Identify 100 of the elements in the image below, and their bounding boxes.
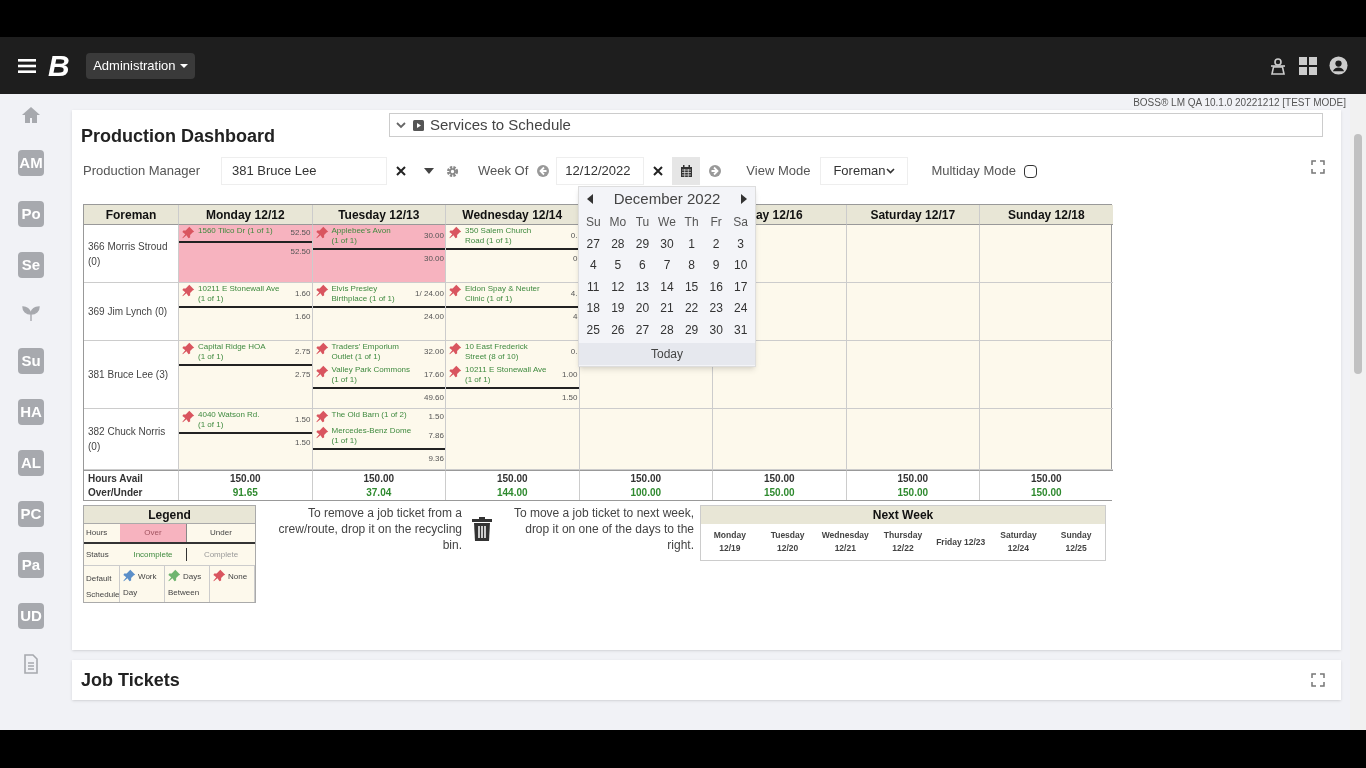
ticket-hours: 2.75	[293, 346, 311, 358]
ticket-label: 350 Salem Church Road (1 of 1)	[465, 226, 533, 246]
calendar-day[interactable]: 7	[654, 254, 680, 276]
calendar-day[interactable]: 3	[728, 233, 753, 255]
weekday-label: Su	[584, 214, 602, 231]
calendar-day[interactable]: 9	[703, 254, 729, 276]
job-ticket[interactable]: 10211 E Stonewall Ave (1 of 1) 1.00	[446, 364, 579, 385]
calendar-day[interactable]: 19	[605, 297, 631, 319]
menu-icon[interactable]	[18, 57, 36, 74]
cell-total: 24.00	[422, 311, 445, 323]
caret-down-icon[interactable]	[424, 168, 434, 174]
job-ticket[interactable]: 10 East Frederick Street (8 of 10) 0.	[446, 341, 579, 362]
expand-icon[interactable]	[1311, 673, 1325, 687]
calendar-button[interactable]	[672, 157, 701, 185]
job-ticket[interactable]: Traders' Emporium Outlet (1 of 1) 32.00	[312, 341, 445, 362]
calendar-day[interactable]: 28	[654, 319, 680, 341]
calendar-day[interactable]: 26	[605, 319, 631, 341]
job-ticket[interactable]: 4040 Watson Rd. (1 of 1) 1.50	[179, 409, 312, 430]
calendar-day[interactable]: 4	[581, 254, 606, 276]
calendar-day[interactable]: 28	[605, 233, 631, 255]
totals-label: Over/Under	[84, 485, 178, 500]
totals-value: 150.00	[845, 485, 979, 500]
expand-icon[interactable]	[1311, 160, 1325, 174]
calendar-day[interactable]: 17	[728, 276, 753, 298]
calendar-day[interactable]: 30	[654, 233, 680, 255]
column-header: Foreman	[84, 205, 178, 225]
administration-dropdown[interactable]: Administration	[86, 52, 195, 79]
calendar-day[interactable]: 14	[654, 276, 680, 298]
calendar-day[interactable]: 30	[703, 319, 729, 341]
ticket-label: 4040 Watson Rd. (1 of 1)	[198, 410, 261, 430]
pin-icon	[449, 284, 462, 297]
manager-field[interactable]: 381 Bruce Lee	[221, 157, 387, 185]
calendar-day[interactable]: 22	[679, 297, 704, 319]
job-ticket[interactable]: Mercedes-Benz Dome (1 of 1) 7.86	[312, 425, 445, 446]
services-panel-header[interactable]: Services to Schedule	[389, 113, 1323, 137]
calendar-day[interactable]: 21	[654, 297, 680, 319]
calendar-day[interactable]: 11	[581, 276, 606, 298]
job-ticket[interactable]: 10211 E Stonewall Ave (1 of 1) 1.60	[179, 283, 312, 304]
calendar-day[interactable]: 27	[630, 319, 655, 341]
calendar-day[interactable]: 29	[630, 233, 655, 255]
next-month-icon[interactable]	[741, 194, 747, 204]
calendar-day[interactable]: 2	[703, 233, 729, 255]
trash-icon[interactable]	[472, 517, 492, 541]
calendar-day[interactable]: 12	[605, 276, 631, 298]
legend-under: Under	[209, 527, 233, 539]
calendar-day[interactable]: 1	[679, 233, 704, 255]
next-week-day[interactable]: Wednesday 12/21	[816, 529, 875, 555]
calendar-day[interactable]: 20	[630, 297, 655, 319]
legend-title: Legend	[84, 506, 255, 524]
multiday-checkbox[interactable]	[1023, 164, 1037, 178]
calendar-day[interactable]: 5	[605, 254, 631, 276]
job-ticket[interactable]: The Old Barn (1 of 2) 1.50	[312, 409, 445, 423]
clear-icon[interactable]	[396, 166, 406, 176]
pin-icon	[315, 284, 329, 297]
next-week-day[interactable]: Monday 12/19	[701, 529, 759, 555]
previous-month-icon[interactable]	[587, 194, 593, 204]
calendar-day[interactable]: 24	[728, 297, 753, 319]
today-button[interactable]: Today	[579, 342, 755, 365]
calendar-day[interactable]: 25	[581, 319, 606, 341]
job-ticket[interactable]: 1560 Tilco Dr (1 of 1) 52.50	[179, 225, 312, 239]
next-week-day[interactable]: Thursday 12/22	[874, 529, 932, 555]
job-ticket[interactable]: Elvis Presley Birthplace (1 of 1) 1/ 24.00	[312, 283, 445, 304]
ticket-hours: 52.50	[289, 226, 311, 239]
calendar-day[interactable]: 6	[630, 254, 655, 276]
next-week-day[interactable]: Friday 12/23	[931, 535, 990, 549]
job-ticket[interactable]: Valley Park Commons (1 of 1) 17.60	[312, 364, 445, 385]
job-ticket[interactable]: Eldon Spay & Neuter Clinic (1 of 1) 4.	[446, 283, 579, 304]
settings-icon[interactable]	[446, 164, 459, 178]
view-mode-select[interactable]: Foreman	[820, 157, 909, 185]
grid-icon[interactable]	[1299, 56, 1317, 75]
ticket-hours: 1.00	[560, 369, 578, 381]
calendar-day[interactable]: 27	[581, 233, 606, 255]
clear-icon[interactable]	[653, 166, 664, 176]
calendar-day[interactable]: 16	[703, 276, 729, 298]
calendar-day[interactable]: 29	[679, 319, 704, 341]
previous-week-icon[interactable]	[536, 164, 551, 178]
pin-icon	[182, 410, 195, 423]
job-ticket[interactable]: Applebee's Avon (1 of 1) 30.00	[312, 225, 445, 246]
calendar-day[interactable]: 23	[703, 297, 729, 319]
account-icon[interactable]	[1329, 56, 1348, 75]
pin-icon	[182, 284, 195, 297]
next-week-day[interactable]: Saturday 12/24	[989, 529, 1048, 555]
job-ticket[interactable]: Capital Ridge HOA (1 of 1) 2.75	[179, 341, 312, 362]
date-field[interactable]: 12/12/2022	[556, 157, 645, 185]
calendar-day[interactable]: 31	[728, 319, 753, 341]
calendar-day[interactable]: 8	[679, 254, 704, 276]
job-ticket[interactable]: 350 Salem Church Road (1 of 1) 0.	[446, 225, 579, 246]
calendar-day[interactable]: 15	[679, 276, 704, 298]
calendar-day[interactable]: 10	[728, 254, 753, 276]
next-week-day[interactable]: Sunday 12/25	[1047, 529, 1105, 555]
calendar-day[interactable]: 18	[581, 297, 606, 319]
totals-value: 150.00	[845, 470, 979, 485]
next-week-icon[interactable]	[708, 164, 723, 178]
next-week-day[interactable]: Tuesday 12/20	[758, 529, 817, 555]
scrollbar-thumb[interactable]	[1354, 134, 1362, 374]
user-badge-icon[interactable]	[1269, 56, 1287, 75]
totals-value: 150.00	[979, 470, 1113, 485]
calendar-day[interactable]: 13	[630, 276, 655, 298]
column-header: Wednesday 12/14	[445, 205, 579, 225]
column-header: Tuesday 12/13	[311, 205, 445, 225]
